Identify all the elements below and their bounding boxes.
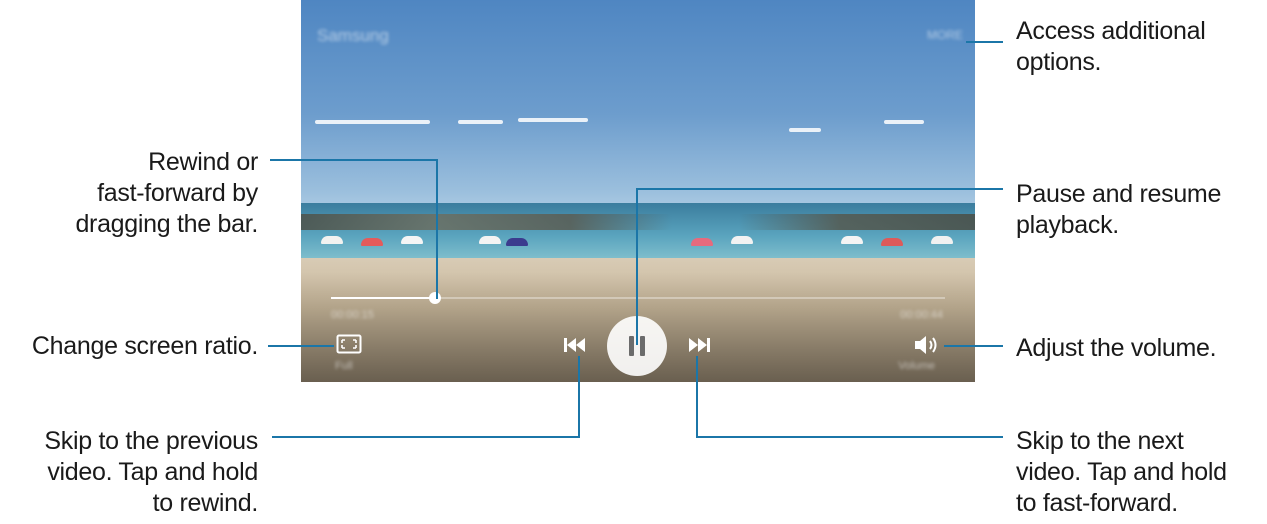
callout-ratio: Change screen ratio. <box>32 331 258 362</box>
callout-text: options. <box>1016 48 1102 76</box>
callout-text: Adjust the volume. <box>1016 334 1217 362</box>
callout-volume: Adjust the volume. <box>1016 333 1217 364</box>
callout-line-seek <box>270 159 438 299</box>
callout-line-next <box>696 356 1003 438</box>
callout-text: Access additional <box>1016 17 1206 45</box>
callout-text: to fast-forward. <box>1016 489 1178 517</box>
callout-line-prev <box>272 356 580 438</box>
callout-text: to rewind. <box>152 489 259 517</box>
callout-more: Access additional options. <box>1016 16 1206 78</box>
callout-prev: Skip to the previous video. Tap and hold… <box>44 426 258 519</box>
callout-text: Pause and resume <box>1016 180 1222 208</box>
callout-text: fast-forward by <box>97 179 258 207</box>
callout-seek: Rewind or fast-forward by dragging the b… <box>75 147 258 240</box>
callout-text: Rewind or <box>148 148 258 176</box>
callout-next: Skip to the next video. Tap and hold to … <box>1016 426 1227 519</box>
callout-text: dragging the bar. <box>75 210 258 238</box>
callout-text: Skip to the previous <box>44 427 258 455</box>
callout-text: Change screen ratio. <box>31 332 258 360</box>
callout-pause: Pause and resume playback. <box>1016 179 1221 241</box>
callout-text: playback. <box>1016 211 1119 239</box>
callout-line-pause <box>636 188 1003 345</box>
callout-text: Skip to the next <box>1016 427 1184 455</box>
callout-text: video. Tap and hold <box>1016 458 1227 486</box>
callout-text: video. Tap and hold <box>47 458 258 486</box>
